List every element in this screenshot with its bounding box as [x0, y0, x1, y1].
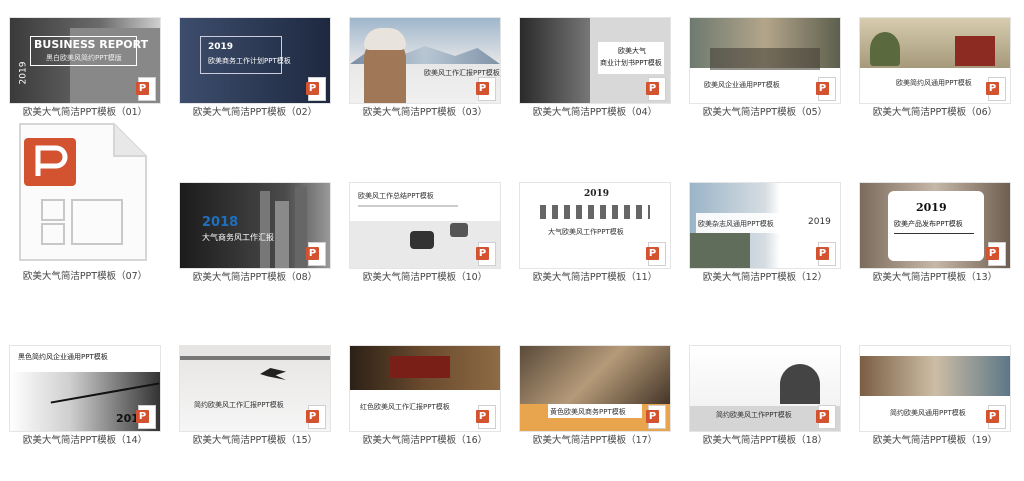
thumb-title: 欧美杂志风通用PPT模板	[698, 220, 774, 228]
file-item[interactable]: 欧美大气简洁PPT模板（07）	[0, 120, 170, 282]
file-item[interactable]: 2019 欧美产品发布PPT模板 欧美大气简洁PPT模板（13）	[850, 183, 1020, 318]
file-name: 欧美大气简洁PPT模板（13）	[872, 272, 998, 283]
thumb-title: 欧美风企业通用PPT模板	[704, 81, 780, 89]
powerpoint-icon	[646, 242, 666, 266]
thumb-subtitle: 欧美商务工作计划PPT模板	[208, 57, 291, 65]
file-item[interactable]: 欧美杂志风通用PPT模板 2019 欧美大气简洁PPT模板（12）	[680, 183, 850, 318]
file-thumbnail: 简约欧美风工作汇报PPT模板	[180, 346, 330, 431]
thumb-year: 2019	[808, 217, 831, 227]
thumb-title: 欧美风工作总结PPT模板	[358, 192, 434, 200]
file-thumbnail: BUSINESS REPORT 黑白欧美风简约PPT模版 2019	[10, 18, 160, 103]
file-thumbnail: 简约欧美风通用PPT模板	[860, 346, 1010, 431]
file-item[interactable]: 简约欧美风通用PPT模板 欧美大气简洁PPT模板（19）	[850, 346, 1020, 481]
file-name: 欧美大气简洁PPT模板（05）	[702, 107, 828, 118]
powerpoint-file-icon	[14, 120, 150, 265]
powerpoint-icon	[306, 242, 326, 266]
file-name: 欧美大气简洁PPT模板（14）	[22, 435, 148, 446]
file-name: 欧美大气简洁PPT模板（15）	[192, 435, 318, 446]
thumb-title: BUSINESS REPORT	[34, 38, 149, 51]
thumb-title: 欧美简约风通用PPT模板	[896, 79, 972, 87]
thumb-subtitle: 欧美产品发布PPT模板	[894, 220, 963, 228]
powerpoint-icon	[646, 77, 666, 101]
thumb-title: 简约欧美风工作汇报PPT模板	[194, 401, 284, 409]
powerpoint-icon	[986, 405, 1006, 429]
file-thumbnail: 欧美风工作总结PPT模板	[350, 183, 500, 268]
file-name: 欧美大气简洁PPT模板（01）	[22, 107, 148, 118]
file-item[interactable]: 2019 欧美商务工作计划PPT模板 欧美大气简洁PPT模板（02）	[170, 18, 340, 153]
file-item[interactable]: 红色欧美风工作汇报PPT模板 欧美大气简洁PPT模板（16）	[340, 346, 510, 481]
file-name: 欧美大气简洁PPT模板（07）	[22, 271, 148, 282]
powerpoint-icon	[476, 77, 496, 101]
thumb-subtitle: 商业计划书PPT模板	[600, 59, 662, 67]
file-item[interactable]: 黑色简约风企业通用PPT模板 2019 欧美大气简洁PPT模板（14）	[0, 346, 170, 481]
file-name: 欧美大气简洁PPT模板（12）	[702, 272, 828, 283]
file-thumbnail: 2019 欧美商务工作计划PPT模板	[180, 18, 330, 103]
thumb-title: 简约欧美风通用PPT模板	[890, 409, 966, 417]
file-item[interactable]: 欧美风企业通用PPT模板 欧美大气简洁PPT模板（05）	[680, 18, 850, 153]
powerpoint-icon	[986, 77, 1006, 101]
thumb-title: 2019	[584, 189, 610, 199]
powerpoint-icon	[476, 242, 496, 266]
file-name: 欧美大气简洁PPT模板（02）	[192, 107, 318, 118]
file-item[interactable]: 欧美简约风通用PPT模板 欧美大气简洁PPT模板（06）	[850, 18, 1020, 153]
powerpoint-icon	[816, 77, 836, 101]
thumb-title: 2019	[208, 42, 234, 52]
thumb-title: 黄色欧美风商务PPT模板	[550, 408, 626, 416]
file-name: 欧美大气简洁PPT模板（17）	[532, 435, 658, 446]
powerpoint-icon	[986, 242, 1006, 266]
file-item[interactable]: 简约欧美风工作汇报PPT模板 欧美大气简洁PPT模板（15）	[170, 346, 340, 481]
file-item[interactable]: 欧美大气 商业计划书PPT模板 欧美大气简洁PPT模板（04）	[510, 18, 680, 153]
file-item[interactable]: 黄色欧美风商务PPT模板 欧美大气简洁PPT模板（17）	[510, 346, 680, 481]
file-name: 欧美大气简洁PPT模板（04）	[532, 107, 658, 118]
file-thumbnail: 欧美风企业通用PPT模板	[690, 18, 840, 103]
file-thumbnail: 2018 大气商务风工作汇报	[180, 183, 330, 268]
powerpoint-icon	[816, 405, 836, 429]
file-thumbnail: 红色欧美风工作汇报PPT模板	[350, 346, 500, 431]
file-name: 欧美大气简洁PPT模板（10）	[362, 272, 488, 283]
file-thumbnail: 2019 大气欧美风工作PPT模板	[520, 183, 670, 268]
file-name: 欧美大气简洁PPT模板（06）	[872, 107, 998, 118]
file-name: 欧美大气简洁PPT模板（08）	[192, 272, 318, 283]
powerpoint-icon	[646, 405, 666, 429]
thumb-subtitle: 大气商务风工作汇报	[202, 233, 274, 242]
thumb-title: 2018	[202, 215, 239, 230]
file-name: 欧美大气简洁PPT模板（19）	[872, 435, 998, 446]
file-item[interactable]: 简约欧美风工作PPT模板 欧美大气简洁PPT模板（18）	[680, 346, 850, 481]
powerpoint-icon	[306, 77, 326, 101]
file-thumbnail: 欧美风工作汇报PPT模板	[350, 18, 500, 103]
file-thumbnail: 简约欧美风工作PPT模板	[690, 346, 840, 431]
file-thumbnail: 黄色欧美风商务PPT模板	[520, 346, 670, 431]
thumb-title: 红色欧美风工作汇报PPT模板	[360, 403, 450, 411]
thumb-year: 2019	[18, 61, 29, 85]
powerpoint-icon	[306, 405, 326, 429]
file-name: 欧美大气简洁PPT模板（18）	[702, 435, 828, 446]
powerpoint-icon	[476, 405, 496, 429]
thumb-subtitle: 黑白欧美风简约PPT模版	[46, 54, 122, 62]
file-item[interactable]: 欧美风工作总结PPT模板 欧美大气简洁PPT模板（10）	[340, 183, 510, 318]
thumb-subtitle: 大气欧美风工作PPT模板	[548, 228, 624, 236]
thumb-title: 黑色简约风企业通用PPT模板	[18, 353, 108, 361]
thumb-title: 简约欧美风工作PPT模板	[716, 411, 792, 419]
file-name: 欧美大气简洁PPT模板（16）	[362, 435, 488, 446]
file-thumbnail: 黑色简约风企业通用PPT模板 2019	[10, 346, 160, 431]
file-thumbnail: 欧美大气 商业计划书PPT模板	[520, 18, 670, 103]
file-item[interactable]: 2019 大气欧美风工作PPT模板 欧美大气简洁PPT模板（11）	[510, 183, 680, 318]
file-thumbnail: 欧美简约风通用PPT模板	[860, 18, 1010, 103]
powerpoint-icon	[136, 77, 156, 101]
powerpoint-icon	[136, 405, 156, 429]
file-thumbnail: 2019 欧美产品发布PPT模板	[860, 183, 1010, 268]
thumb-title: 2019	[916, 201, 947, 214]
file-name: 欧美大气简洁PPT模板（11）	[532, 272, 658, 283]
file-thumbnail: 欧美杂志风通用PPT模板 2019	[690, 183, 840, 268]
file-item[interactable]: 欧美风工作汇报PPT模板 欧美大气简洁PPT模板（03）	[340, 18, 510, 153]
file-name: 欧美大气简洁PPT模板（03）	[362, 107, 488, 118]
thumb-title: 欧美大气	[618, 47, 646, 55]
file-item[interactable]: 2018 大气商务风工作汇报 欧美大气简洁PPT模板（08）	[170, 183, 340, 318]
file-grid: BUSINESS REPORT 黑白欧美风简约PPT模版 2019 欧美大气简洁…	[0, 0, 1024, 447]
powerpoint-icon	[816, 242, 836, 266]
